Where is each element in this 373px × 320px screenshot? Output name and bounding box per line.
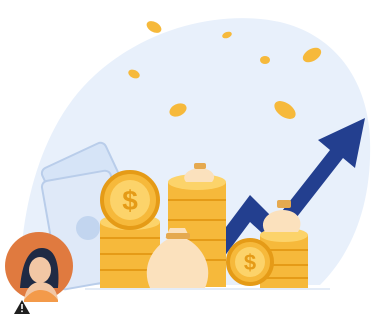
dollar-coin-small: $ xyxy=(226,238,274,286)
dollar-coin-large: $ xyxy=(100,170,160,230)
svg-text:$: $ xyxy=(244,250,256,275)
svg-text:$: $ xyxy=(122,185,138,216)
money-growth-illustration: $ $ xyxy=(0,0,373,320)
avatar xyxy=(2,226,76,320)
person-avatar-icon xyxy=(5,232,73,314)
warning-icon xyxy=(14,300,30,314)
